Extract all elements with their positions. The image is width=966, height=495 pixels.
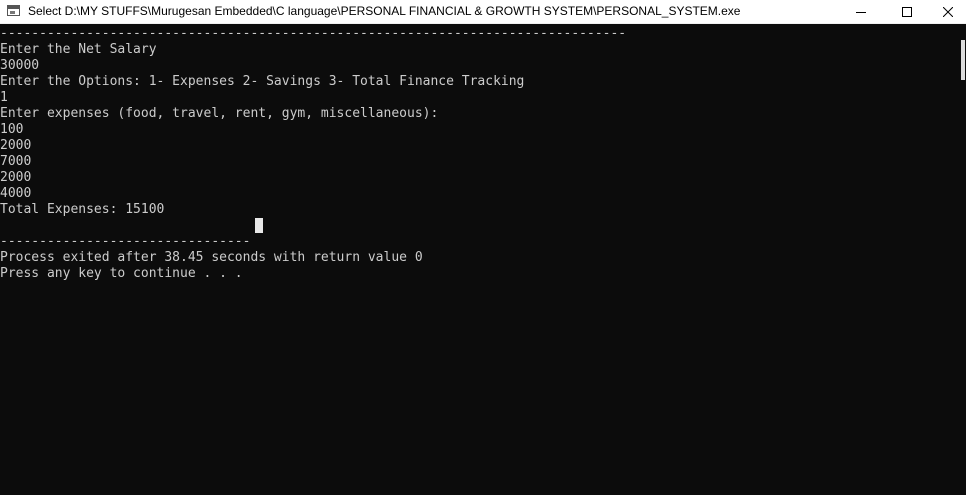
top-separator: ----------------------------------------…: [0, 26, 627, 41]
exit-message: Process exited after 38.45 seconds with …: [0, 250, 423, 265]
close-icon: [943, 6, 953, 17]
title-bar[interactable]: Select D:\MY STUFFS\Murugesan Embedded\C…: [0, 0, 966, 24]
console-output[interactable]: ----------------------------------------…: [0, 24, 960, 495]
scrollbar-thumb[interactable]: [961, 40, 965, 80]
console-line: 7000: [0, 154, 32, 169]
console-line: 4000: [0, 186, 32, 201]
console-line: 1: [0, 90, 8, 105]
console-line: 2000: [0, 138, 32, 153]
window-title: Select D:\MY STUFFS\Murugesan Embedded\C…: [28, 4, 741, 18]
console-line: 30000: [0, 58, 40, 73]
maximize-icon: [902, 6, 912, 17]
console-line: Enter the Options: 1- Expenses 2- Saving…: [0, 74, 525, 89]
close-button[interactable]: [930, 0, 966, 23]
console-app-icon: [7, 5, 20, 16]
console-window: Select D:\MY STUFFS\Murugesan Embedded\C…: [0, 0, 966, 495]
continue-prompt: Press any key to continue . . .: [0, 266, 243, 281]
minimize-icon: [856, 11, 866, 13]
console-line: 100: [0, 122, 24, 137]
vertical-scrollbar[interactable]: [960, 24, 966, 495]
minimize-button[interactable]: [838, 0, 884, 23]
console-line: Enter expenses (food, travel, rent, gym,…: [0, 106, 439, 121]
console-line: Total Expenses: 15100: [0, 202, 165, 217]
bottom-separator: --------------------------------: [0, 234, 251, 249]
maximize-button[interactable]: [884, 0, 930, 23]
text-cursor: [255, 218, 263, 233]
console-line: 2000: [0, 170, 32, 185]
console-line: Enter the Net Salary: [0, 42, 157, 57]
